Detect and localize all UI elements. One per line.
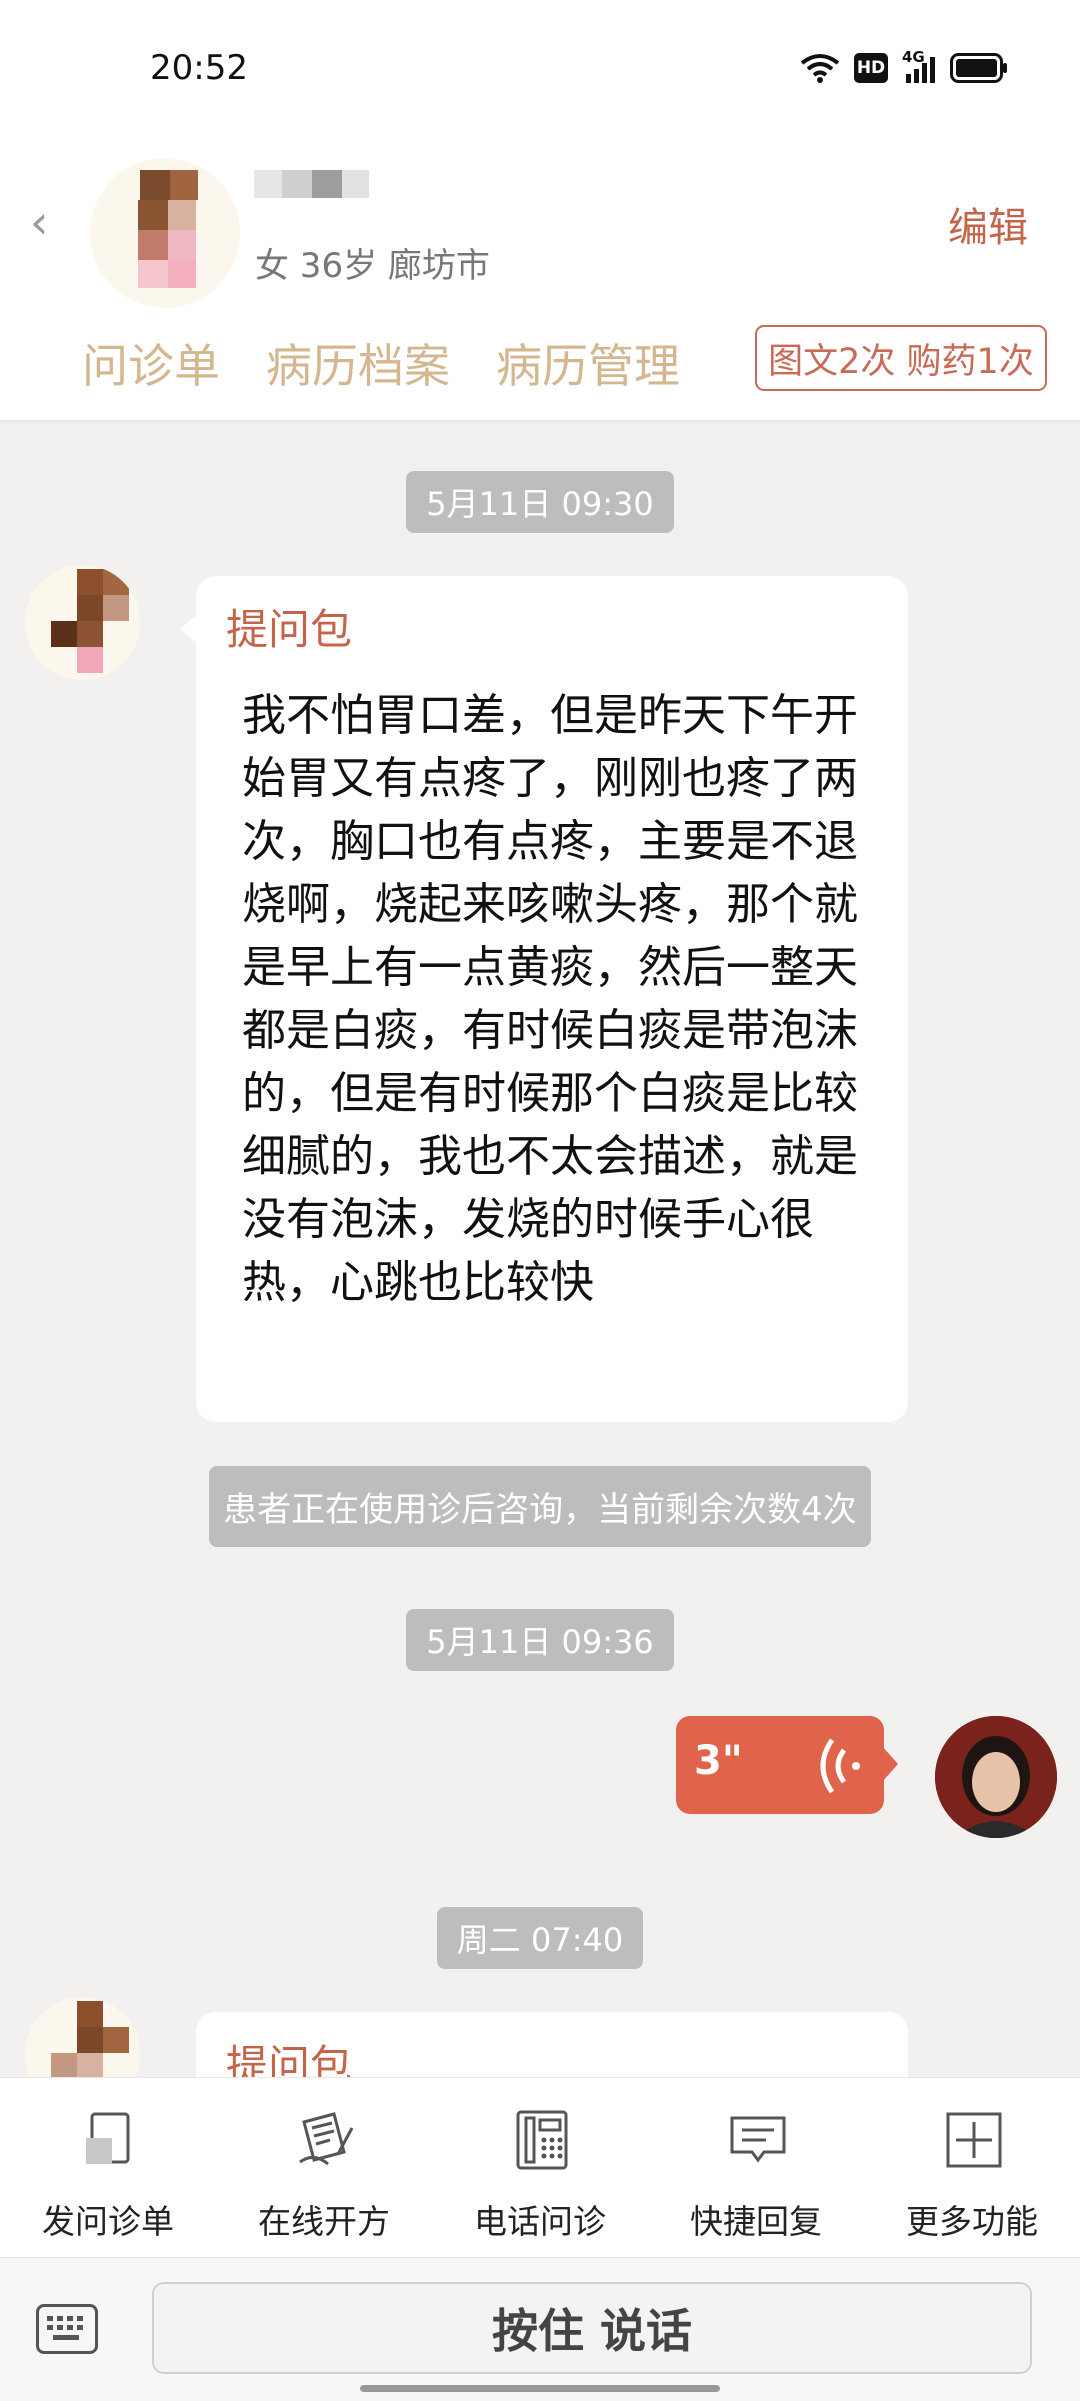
battery-icon bbox=[950, 53, 1007, 83]
patient-avatar-small[interactable] bbox=[25, 565, 140, 680]
send-questionnaire-button[interactable]: 发问诊单 bbox=[0, 2078, 216, 2258]
patient-info: 女 36岁 廊坊市 bbox=[255, 246, 490, 286]
more-functions-button[interactable]: 更多功能 bbox=[864, 2078, 1080, 2258]
wifi-icon bbox=[800, 54, 840, 83]
tab-questionnaire[interactable]: 问诊单 bbox=[82, 330, 220, 396]
bubble-tail bbox=[180, 614, 198, 644]
timestamp-row: 5月11日 09:36 bbox=[0, 1609, 1080, 1671]
timestamp-row: 5月11日 09:30 bbox=[0, 471, 1080, 533]
voice-message-bubble[interactable]: 3" bbox=[676, 1716, 898, 1814]
tab-record-management[interactable]: 病历管理 bbox=[496, 330, 680, 396]
status-icons: HD 4G bbox=[800, 48, 1008, 84]
service-count-badge[interactable]: 图文2次 购药1次 bbox=[755, 325, 1047, 391]
hold-to-talk-button[interactable]: 按住 说话 bbox=[152, 2282, 1032, 2374]
prescription-icon bbox=[299, 2112, 354, 2166]
timestamp-chip: 5月11日 09:30 bbox=[406, 471, 674, 533]
message-text: 我不怕胃口差，但是昨天下午开始胃又有点疼了，刚刚也疼了两次，胸口也有点疼，主要是… bbox=[242, 690, 858, 1308]
tab-medical-records[interactable]: 病历档案 bbox=[266, 330, 450, 396]
timestamp-chip: 5月11日 09:36 bbox=[406, 1609, 674, 1671]
timestamp-chip: 周二 07:40 bbox=[436, 1907, 644, 1969]
action-toolbar: 发问诊单 在线开方 电话问诊 快捷回复 更多功能 bbox=[0, 2077, 1080, 2258]
doctor-avatar[interactable] bbox=[935, 1716, 1057, 1838]
system-notice-row: 患者正在使用诊后咨询，当前剩余次数4次 bbox=[0, 1466, 1080, 1547]
quick-reply-button[interactable]: 快捷回复 bbox=[648, 2078, 864, 2258]
quick-reply-icon bbox=[730, 2116, 786, 2163]
signal-icon: 4G bbox=[902, 48, 936, 84]
status-time: 20:52 bbox=[150, 48, 248, 88]
edit-button[interactable]: 编辑 bbox=[948, 195, 1028, 253]
header-tabs: 问诊单 病历档案 病历管理 bbox=[82, 330, 680, 396]
questionnaire-icon bbox=[86, 2112, 130, 2164]
keyboard-icon[interactable] bbox=[36, 2304, 98, 2354]
message-title: 提问包 bbox=[226, 605, 353, 654]
hd-icon: HD bbox=[854, 53, 888, 83]
timestamp-row: 周二 07:40 bbox=[0, 1907, 1080, 1969]
patient-name-blurred bbox=[254, 170, 369, 198]
online-prescription-button[interactable]: 在线开方 bbox=[216, 2078, 432, 2258]
patient-avatar[interactable] bbox=[90, 158, 240, 308]
system-notice: 患者正在使用诊后咨询，当前剩余次数4次 bbox=[209, 1466, 871, 1547]
message-bubble[interactable]: 提问包 我不怕胃口差，但是昨天下午开始胃又有点疼了，刚刚也疼了两次，胸口也有点疼… bbox=[180, 576, 908, 1422]
back-arrow-icon[interactable]: ‹ bbox=[30, 195, 48, 249]
plus-icon bbox=[946, 2112, 1002, 2168]
phone-consultation-button[interactable]: 电话问诊 bbox=[432, 2078, 648, 2258]
voice-duration: 3" bbox=[694, 1738, 743, 1784]
phone-icon bbox=[516, 2110, 568, 2170]
home-indicator[interactable] bbox=[360, 2385, 720, 2392]
bubble-tail bbox=[882, 1746, 898, 1782]
voice-wave-icon bbox=[820, 1738, 860, 1794]
